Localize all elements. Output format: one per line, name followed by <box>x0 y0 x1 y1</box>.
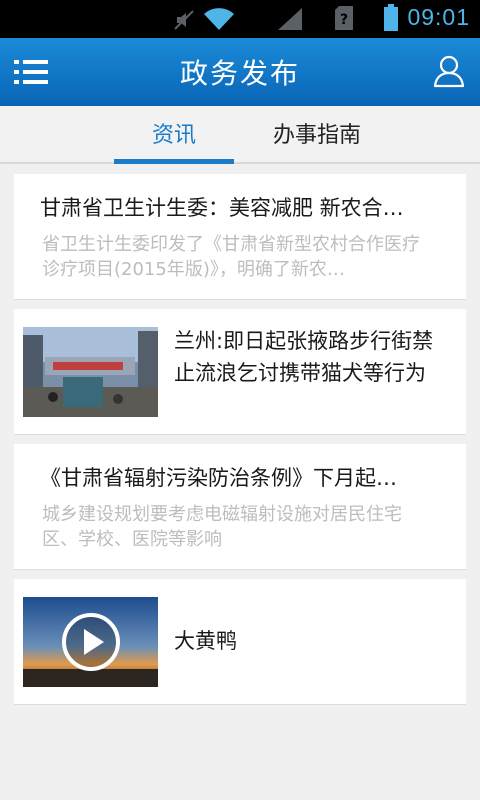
news-summary: 省卫生计生委印发了《甘肃省新型农村合作医疗诊疗项目(2015年版)》，明确了新农… <box>42 234 420 280</box>
news-title: 甘肃省卫生计生委：美容减肥 新农合… <box>40 196 404 220</box>
play-icon[interactable] <box>61 612 121 672</box>
sim-unknown-icon: ? <box>335 6 353 30</box>
news-thumbnail <box>23 327 158 417</box>
wifi-icon <box>204 8 234 30</box>
tab-service-guide[interactable]: 办事指南 <box>255 106 379 164</box>
news-item[interactable]: 大黄鸭 <box>14 579 466 705</box>
news-title: 《甘肃省辐射污染防治条例》下月起… <box>40 466 397 490</box>
status-time: 09:01 <box>407 4 470 30</box>
tab-bar: 资讯 办事指南 <box>0 106 480 164</box>
battery-icon <box>384 4 398 31</box>
tab-news[interactable]: 资讯 <box>114 106 234 164</box>
news-item[interactable]: 甘肃省卫生计生委：美容减肥 新农合… 省卫生计生委印发了《甘肃省新型农村合作医疗… <box>14 174 466 300</box>
news-title: 大黄鸭 <box>174 629 237 653</box>
page-title: 政务发布 <box>179 57 300 90</box>
video-thumbnail <box>23 597 158 687</box>
news-item[interactable]: 兰州:即日起张掖路步行街禁止流浪乞讨携带猫犬等行为 <box>14 309 466 435</box>
street-photo-image <box>23 327 158 417</box>
mute-icon <box>174 10 194 30</box>
signal-icon <box>278 8 302 30</box>
news-item[interactable]: 《甘肃省辐射污染防治条例》下月起… 城乡建设规划要考虑电磁辐射设施对居民住宅区、… <box>14 444 466 570</box>
active-tab-indicator <box>114 159 234 164</box>
user-icon <box>433 55 465 88</box>
svg-text:?: ? <box>340 12 348 28</box>
news-title: 兰州:即日起张掖路步行街禁止流浪乞讨携带猫犬等行为 <box>174 329 434 385</box>
status-bar: ? 09:01 <box>0 0 480 38</box>
app-bar: 政务发布 <box>0 38 480 106</box>
user-button[interactable] <box>432 54 466 88</box>
news-summary: 城乡建设规划要考虑电磁辐射设施对居民住宅区、学校、医院等影响 <box>42 504 402 550</box>
